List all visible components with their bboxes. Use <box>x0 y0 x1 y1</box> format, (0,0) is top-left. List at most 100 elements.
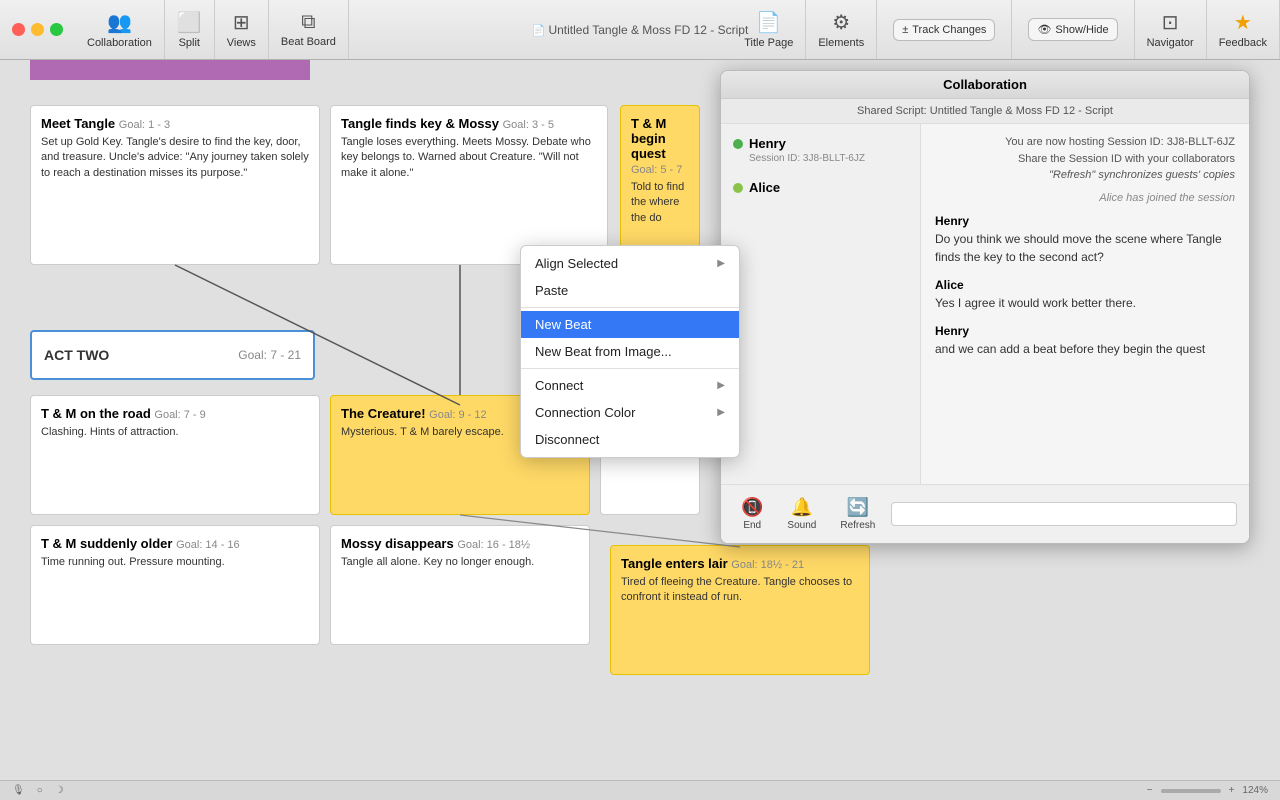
refresh-icon: 🔄 <box>847 497 869 518</box>
user-name-alice: Alice <box>733 180 908 195</box>
beat-card-title: T & M suddenly older Goal: 14 - 16 <box>41 536 309 551</box>
purple-band <box>30 60 310 80</box>
beat-card-mossy[interactable]: Mossy disappears Goal: 16 - 18½ Tangle a… <box>330 525 590 645</box>
chat-text-2: Yes I agree it would work better there. <box>935 294 1235 312</box>
refresh-button[interactable]: 🔄 Refresh <box>832 493 883 535</box>
menu-paste[interactable]: Paste <box>521 277 739 304</box>
collab-hosting-info: You are now hosting Session ID: 3J8-BLLT… <box>935 134 1235 184</box>
close-button[interactable] <box>12 23 25 36</box>
beat-card-text: Tired of fleeing the Creature. Tangle ch… <box>621 575 859 606</box>
status-right: − + 124% <box>1147 785 1268 796</box>
menu-new-beat-image[interactable]: New Beat from Image... <box>521 338 739 365</box>
zoom-plus-icon[interactable]: + <box>1229 785 1235 796</box>
show-hide-icon: 👁 <box>1037 23 1051 36</box>
beat-card-goal: Goal: 1 - 3 <box>119 119 170 131</box>
menu-connection-color[interactable]: Connection Color ▶ <box>521 399 739 426</box>
maximize-button[interactable] <box>50 23 63 36</box>
connection-color-arrow-icon: ▶ <box>717 407 725 418</box>
show-hide-btn[interactable]: 👁 Show/Hide <box>1028 18 1117 41</box>
elements-icon: ⚙ <box>832 10 850 35</box>
beat-card-tangle-finds-key[interactable]: Tangle finds key & Mossy Goal: 3 - 5 Tan… <box>330 105 608 265</box>
collab-user-henry: Henry Session ID: 3J8-BLLT-6JZ <box>733 136 908 164</box>
beat-card-text: Told to find the where the do <box>631 180 689 226</box>
beat-card-meet-tangle[interactable]: Meet Tangle Goal: 1 - 3 Set up Gold Key.… <box>30 105 320 265</box>
chat-author-3: Henry <box>935 322 1235 340</box>
beat-card-goal: Goal: 9 - 12 <box>429 409 486 421</box>
views-icon: ⊞ <box>233 10 250 35</box>
circle-icon: ○ <box>37 785 43 796</box>
beat-card-title: T & M on the road Goal: 7 - 9 <box>41 406 309 421</box>
beat-card-lair[interactable]: Tangle enters lair Goal: 18½ - 21 Tired … <box>610 545 870 675</box>
session-id-henry: Session ID: 3J8-BLLT-6JZ <box>749 153 908 164</box>
sound-button[interactable]: 🔔 Sound <box>779 493 824 535</box>
statusbar: 🎙 ○ ☽ − + 124% <box>0 780 1280 800</box>
beat-card-title: Tangle finds key & Mossy Goal: 3 - 5 <box>341 116 597 131</box>
navigator-icon: ⊡ <box>1162 10 1179 35</box>
collaboration-label: Collaboration <box>87 37 152 49</box>
beatboard-label: Beat Board <box>281 36 336 48</box>
end-session-button[interactable]: 📵 End <box>733 493 771 535</box>
toolbar-show-hide[interactable]: 👁 Show/Hide <box>1012 0 1134 59</box>
chat-message-3: Henry and we can add a beat before they … <box>935 322 1235 358</box>
track-changes-btn[interactable]: ± Track Changes <box>893 19 995 41</box>
zoom-level: 124% <box>1242 785 1268 796</box>
beat-card-text: Clashing. Hints of attraction. <box>41 425 309 440</box>
window-title: 📄 Untitled Tangle & Moss FD 12 - Script <box>532 23 749 37</box>
toolbar-elements[interactable]: ⚙ Elements <box>806 0 877 59</box>
collab-body: Henry Session ID: 3J8-BLLT-6JZ Alice You… <box>721 124 1249 484</box>
chat-message-1: Henry Do you think we should move the sc… <box>935 212 1235 266</box>
minimize-button[interactable] <box>31 23 44 36</box>
beat-card-goal: Goal: 3 - 5 <box>503 119 554 131</box>
collaboration-icon: 👥 <box>107 10 132 35</box>
toolbar-split[interactable]: ⬜ Split <box>165 0 215 59</box>
zoom-slider[interactable] <box>1161 789 1221 793</box>
beat-card-title: Tangle enters lair Goal: 18½ - 21 <box>621 556 859 571</box>
act-two-label: ACT TWO Goal: 7 - 21 <box>30 330 315 380</box>
connect-arrow-icon: ▶ <box>717 380 725 391</box>
beat-card-text: Tangle all alone. Key no longer enough. <box>341 555 579 570</box>
zoom-minus-icon[interactable]: − <box>1147 785 1153 796</box>
menu-divider <box>521 307 739 308</box>
beat-card-goal: Goal: 7 - 9 <box>154 409 205 421</box>
collab-header: Shared Script: Untitled Tangle & Moss FD… <box>721 99 1249 124</box>
beat-card-older[interactable]: T & M suddenly older Goal: 14 - 16 Time … <box>30 525 320 645</box>
beat-card-text: Set up Gold Key. Tangle's desire to find… <box>41 135 309 181</box>
menu-connect[interactable]: Connect ▶ <box>521 372 739 399</box>
sound-icon: 🔔 <box>791 497 813 518</box>
collab-users-list: Henry Session ID: 3J8-BLLT-6JZ Alice <box>721 124 921 484</box>
user-dot-henry <box>733 139 743 149</box>
chat-message-2: Alice Yes I agree it would work better t… <box>935 276 1235 312</box>
title-page-label: Title Page <box>744 37 793 49</box>
user-dot-alice <box>733 183 743 193</box>
context-menu: Align Selected ▶ Paste New Beat New Beat… <box>520 245 740 458</box>
beat-card-begin-quest[interactable]: T & M begin quest Goal: 5 - 7 Told to fi… <box>620 105 700 265</box>
beat-card-title: Mossy disappears Goal: 16 - 18½ <box>341 536 579 551</box>
menu-new-beat[interactable]: New Beat <box>521 311 739 338</box>
menu-disconnect[interactable]: Disconnect <box>521 426 739 453</box>
toolbar-track-changes[interactable]: ± Track Changes <box>877 0 1012 59</box>
menu-divider-2 <box>521 368 739 369</box>
beat-card-title: Meet Tangle Goal: 1 - 3 <box>41 116 309 131</box>
toolbar-feedback[interactable]: ★ Feedback <box>1207 0 1280 59</box>
beat-card-goal: Goal: 5 - 7 <box>631 164 682 176</box>
titlebar: 👥 Collaboration ⬜ Split ⊞ Views ⧉ Beat B… <box>0 0 1280 60</box>
toolbar-views[interactable]: ⊞ Views <box>215 0 269 59</box>
beatboard[interactable]: Meet Tangle Goal: 1 - 3 Set up Gold Key.… <box>0 60 1280 780</box>
toolbar-collaboration[interactable]: 👥 Collaboration <box>75 0 165 59</box>
views-label: Views <box>227 37 256 49</box>
chat-area: Henry Do you think we should move the sc… <box>935 212 1235 475</box>
toolbar-navigator[interactable]: ⊡ Navigator <box>1135 0 1207 59</box>
menu-align-selected[interactable]: Align Selected ▶ <box>521 250 739 277</box>
beatboard-icon: ⧉ <box>301 11 315 34</box>
window-controls <box>0 23 75 36</box>
collab-titlebar: Collaboration <box>721 71 1249 99</box>
beat-card-text: Time running out. Pressure mounting. <box>41 555 309 570</box>
chat-author-1: Henry <box>935 212 1235 230</box>
end-icon: 📵 <box>741 497 763 518</box>
chat-input[interactable] <box>891 502 1237 526</box>
beat-card-road[interactable]: T & M on the road Goal: 7 - 9 Clashing. … <box>30 395 320 515</box>
collab-right: You are now hosting Session ID: 3J8-BLLT… <box>921 124 1249 484</box>
collaboration-panel: Collaboration Shared Script: Untitled Ta… <box>720 70 1250 544</box>
toolbar-beatboard[interactable]: ⧉ Beat Board <box>269 0 349 59</box>
chat-author-2: Alice <box>935 276 1235 294</box>
